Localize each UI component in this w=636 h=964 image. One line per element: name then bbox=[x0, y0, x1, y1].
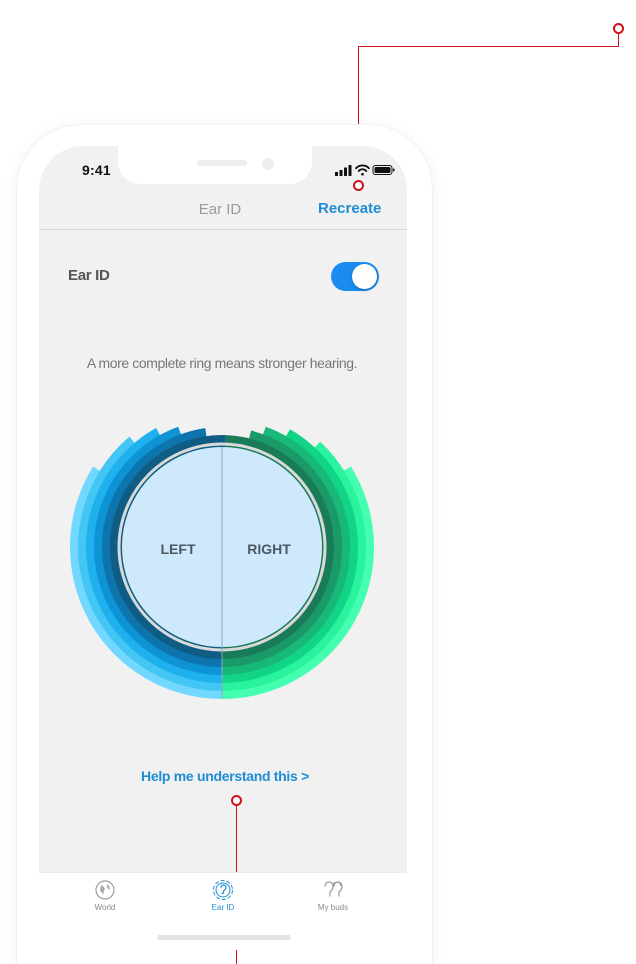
front-camera bbox=[262, 158, 274, 170]
right-ear-label: RIGHT bbox=[247, 541, 291, 557]
battery-icon bbox=[372, 165, 395, 175]
hearing-rings: LEFT RIGHT bbox=[70, 426, 374, 699]
status-icons bbox=[335, 164, 395, 176]
ear-id-toggle[interactable] bbox=[331, 262, 379, 291]
nav-divider bbox=[39, 229, 407, 230]
callout-dot-recreate bbox=[353, 180, 364, 191]
help-understand-link[interactable]: Help me understand this > bbox=[100, 768, 350, 784]
tab-world-label: World bbox=[94, 903, 116, 912]
earbuds-icon bbox=[324, 881, 343, 897]
tab-world[interactable]: World bbox=[75, 878, 135, 912]
ring-explanation-text: A more complete ring means stronger hear… bbox=[86, 355, 358, 371]
toggle-knob bbox=[352, 264, 377, 289]
recreate-button[interactable]: Recreate bbox=[318, 200, 381, 217]
tab-ear-id-label: Ear ID bbox=[211, 903, 235, 912]
callout-dot-top-right bbox=[613, 23, 624, 34]
ear-icon bbox=[213, 880, 233, 900]
tab-my-buds[interactable]: My buds bbox=[303, 878, 363, 912]
tab-my-buds-label: My buds bbox=[317, 903, 349, 912]
callout-dot-help bbox=[231, 795, 242, 806]
callout-line-top-vertical bbox=[618, 32, 619, 46]
ear-id-setting-label: Ear ID bbox=[68, 267, 110, 284]
cellular-signal-icon bbox=[335, 165, 352, 176]
speaker-grille bbox=[197, 160, 247, 166]
globe-icon bbox=[95, 880, 115, 900]
tab-ear-id[interactable]: Ear ID bbox=[193, 878, 253, 912]
nav-title: Ear ID bbox=[198, 201, 242, 218]
wifi-icon bbox=[355, 164, 370, 176]
callout-line-top-horizontal bbox=[358, 46, 619, 47]
status-time: 9:41 bbox=[82, 162, 111, 178]
left-ear-label: LEFT bbox=[161, 541, 196, 557]
home-indicator bbox=[157, 935, 291, 940]
